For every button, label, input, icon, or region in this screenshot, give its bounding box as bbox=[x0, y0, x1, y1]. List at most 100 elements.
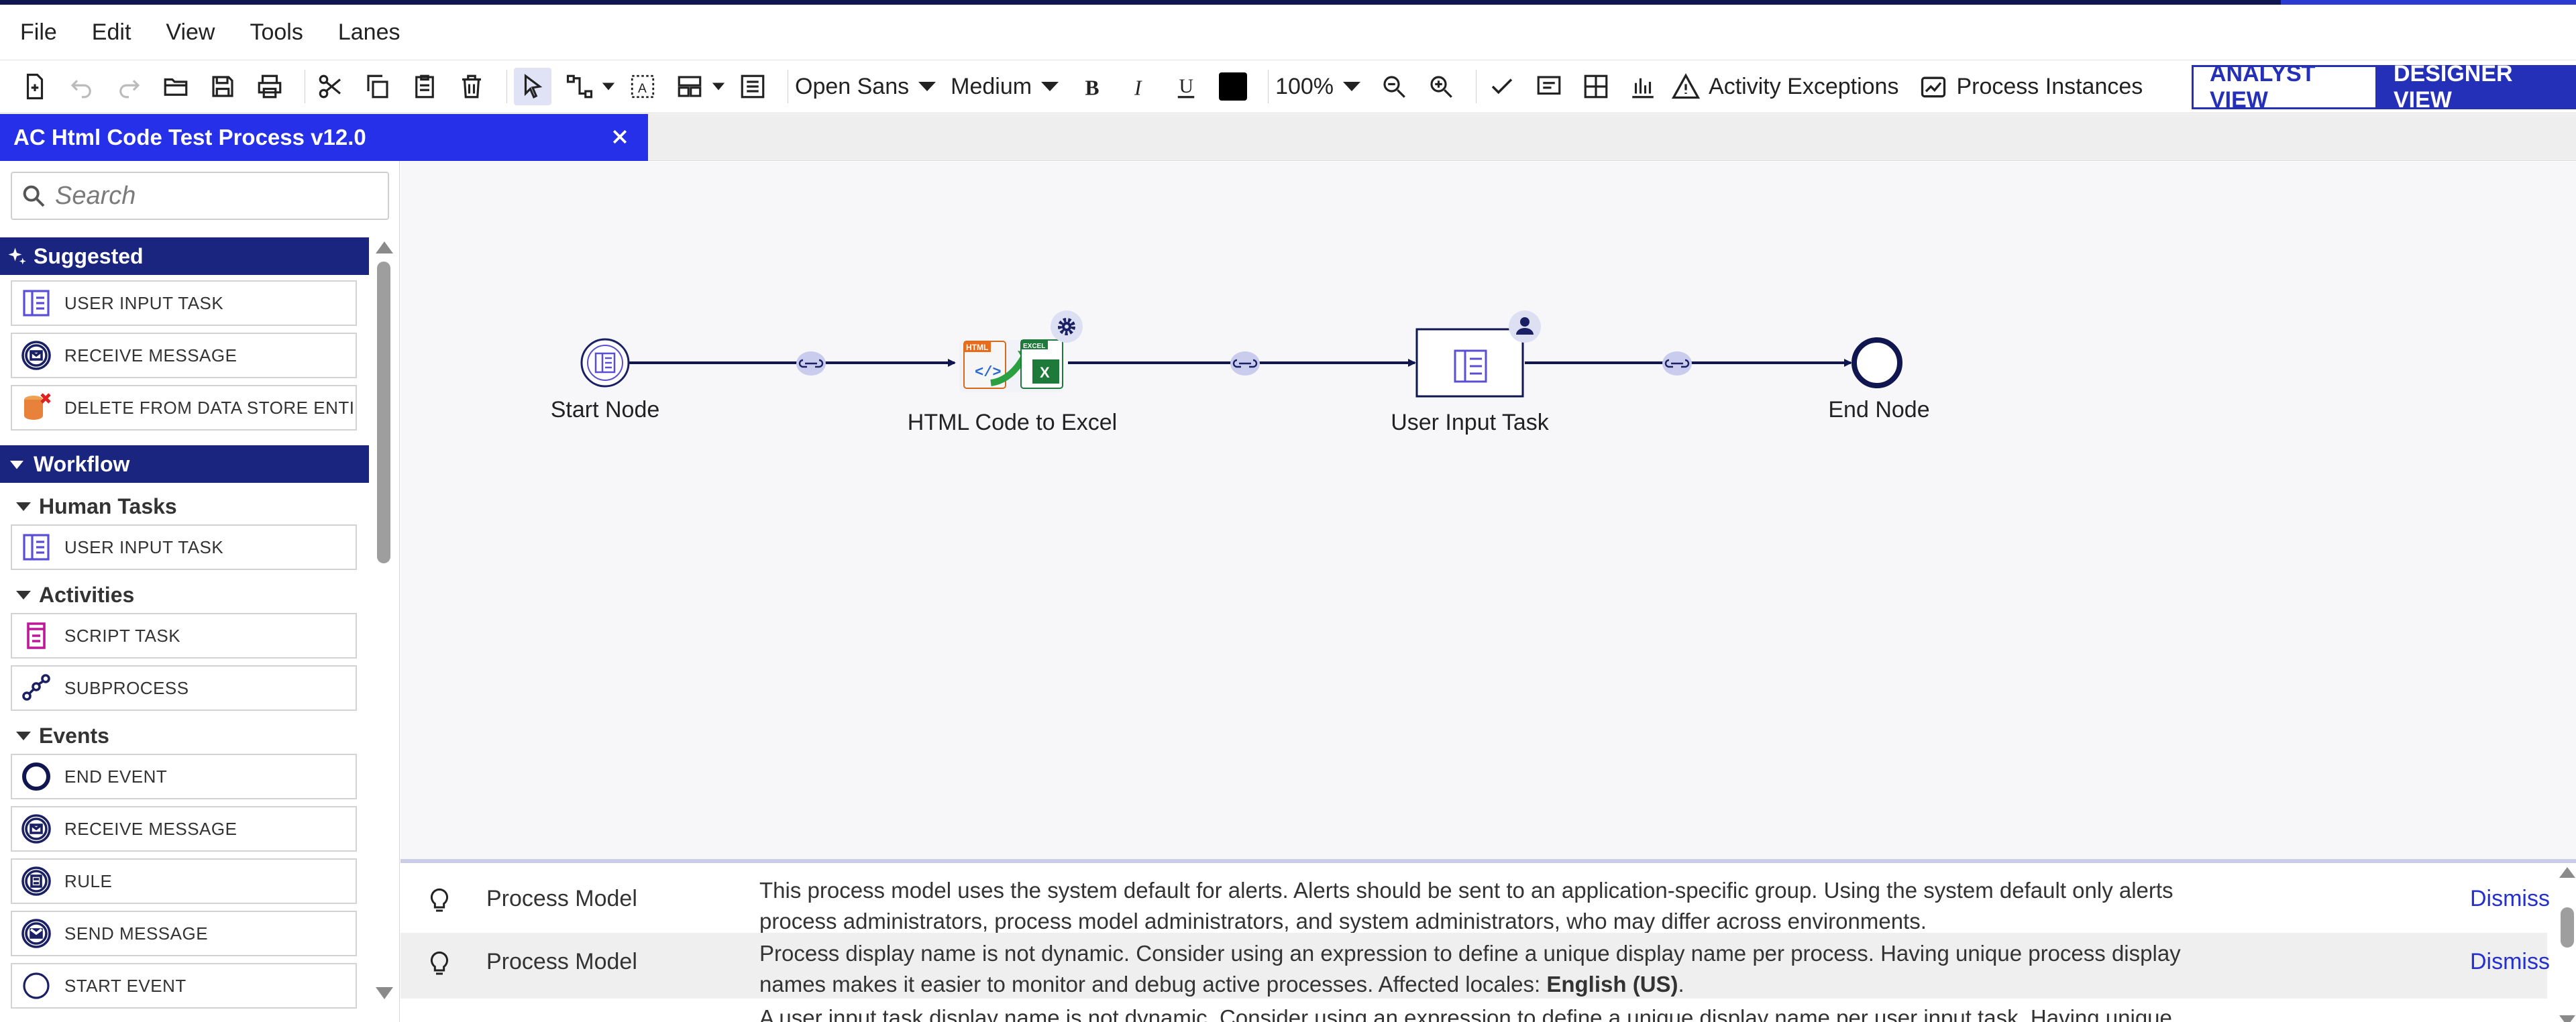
layout-dropdown-icon[interactable] bbox=[711, 68, 726, 105]
scrollbar-thumb[interactable] bbox=[2561, 907, 2574, 948]
palette-item-label: USER INPUT TASK bbox=[64, 536, 224, 557]
message-text: A user input task display name is not dy… bbox=[759, 1005, 2172, 1022]
svg-text:U: U bbox=[1179, 75, 1194, 97]
menu-tools[interactable]: Tools bbox=[250, 19, 303, 46]
delete-icon[interactable] bbox=[453, 68, 490, 105]
grid-icon[interactable] bbox=[1577, 68, 1615, 105]
palette-item-start-event[interactable]: START EVENT bbox=[11, 963, 357, 1009]
tab-process-model[interactable]: AC Html Code Test Process v12.0 bbox=[0, 114, 648, 161]
open-folder-icon[interactable] bbox=[157, 68, 195, 105]
dismiss-link[interactable]: Dismiss bbox=[2470, 886, 2550, 912]
undo-icon[interactable] bbox=[63, 68, 101, 105]
category-workflow[interactable]: Workflow bbox=[0, 445, 369, 483]
palette-scrollbar[interactable] bbox=[373, 241, 394, 999]
dismiss-link[interactable]: Dismiss bbox=[2470, 949, 2550, 975]
palette-item-label: END EVENT bbox=[64, 766, 168, 787]
user-input-task-node[interactable] bbox=[1415, 328, 1524, 398]
palette-item-end-event[interactable]: END EVENT bbox=[11, 754, 357, 799]
scroll-up-arrow-icon[interactable] bbox=[2559, 867, 2575, 878]
zoom-in-icon[interactable] bbox=[1422, 68, 1460, 105]
end-node[interactable] bbox=[1851, 337, 1902, 388]
link-icon[interactable] bbox=[1662, 351, 1692, 376]
notes-icon[interactable] bbox=[1530, 68, 1568, 105]
start-node[interactable] bbox=[580, 338, 630, 388]
process-instances-button[interactable]: Process Instances bbox=[1919, 72, 2143, 101]
node-label-end: End Node bbox=[1828, 397, 1930, 422]
palette-item-receive-message[interactable]: RECEIVE MESSAGE bbox=[11, 333, 357, 378]
text-color-icon[interactable] bbox=[1214, 68, 1252, 105]
print-icon[interactable] bbox=[251, 68, 288, 105]
palette-item-label: RULE bbox=[64, 870, 113, 891]
palette-item-receive-message[interactable]: RECEIVE MESSAGE bbox=[11, 806, 357, 852]
link-icon[interactable] bbox=[796, 351, 826, 376]
menu-edit[interactable]: Edit bbox=[92, 19, 131, 46]
underline-icon[interactable]: U bbox=[1167, 68, 1205, 105]
palette-item-user-input-task[interactable]: USER INPUT TASK bbox=[11, 524, 357, 570]
palette-item-script-task[interactable]: SCRIPT TASK bbox=[11, 613, 357, 659]
subcategory-activities[interactable]: Activities bbox=[0, 577, 369, 613]
palette-item-send-message[interactable]: SEND MESSAGE bbox=[11, 911, 357, 956]
palette-item-delete-from-data-store[interactable]: DELETE FROM DATA STORE ENTI... bbox=[11, 385, 357, 431]
message-source: Process Model bbox=[486, 949, 637, 974]
metrics-chart-icon[interactable] bbox=[1624, 68, 1662, 105]
save-icon[interactable] bbox=[204, 68, 241, 105]
link-icon[interactable] bbox=[1230, 351, 1260, 376]
subcategory-human-tasks[interactable]: Human Tasks bbox=[0, 488, 369, 524]
chevron-down-icon bbox=[1343, 82, 1361, 91]
analyst-view-button[interactable]: ANALYST VIEW bbox=[2192, 61, 2377, 113]
caret-down-icon bbox=[10, 461, 23, 469]
toolbar-separator bbox=[506, 70, 507, 103]
palette-item-user-input-task[interactable]: USER INPUT TASK bbox=[11, 280, 357, 326]
html-to-excel-node[interactable]: HTML </> EXCEL X bbox=[959, 339, 1063, 392]
designer-view-button[interactable]: DESIGNER VIEW bbox=[2377, 61, 2576, 113]
subprocess-icon bbox=[22, 674, 50, 701]
palette-item-label: USER INPUT TASK bbox=[64, 292, 224, 313]
search-input[interactable] bbox=[55, 181, 377, 211]
layout-icon[interactable] bbox=[671, 68, 708, 105]
activity-exceptions-label: Activity Exceptions bbox=[1709, 73, 1899, 99]
palette-item-rule[interactable]: RULE bbox=[11, 858, 357, 904]
connector-dropdown-icon[interactable] bbox=[601, 68, 616, 105]
scroll-down-arrow-icon[interactable] bbox=[2559, 1015, 2575, 1022]
font-family-select[interactable]: Open Sans bbox=[795, 74, 936, 100]
redo-icon[interactable] bbox=[110, 68, 148, 105]
menu-bar: File Edit View Tools Lanes bbox=[0, 5, 2576, 60]
palette-item-label: SEND MESSAGE bbox=[64, 923, 209, 944]
font-size-select[interactable]: Medium bbox=[951, 74, 1059, 100]
annotation-icon[interactable]: A bbox=[624, 68, 661, 105]
zoom-out-icon[interactable] bbox=[1375, 68, 1413, 105]
menu-file[interactable]: File bbox=[20, 19, 57, 46]
category-label: Suggested bbox=[34, 243, 144, 268]
validate-check-icon[interactable] bbox=[1483, 68, 1521, 105]
italic-icon[interactable]: I bbox=[1120, 68, 1158, 105]
properties-icon[interactable] bbox=[734, 68, 771, 105]
menu-lanes[interactable]: Lanes bbox=[338, 19, 400, 46]
copy-icon[interactable] bbox=[359, 68, 396, 105]
scroll-down-arrow-icon[interactable] bbox=[376, 987, 393, 999]
paste-icon[interactable] bbox=[406, 68, 443, 105]
user-avatar-icon bbox=[1509, 310, 1541, 343]
bold-icon[interactable]: B bbox=[1073, 68, 1111, 105]
close-icon[interactable] bbox=[606, 123, 633, 150]
palette-item-subprocess[interactable]: SUBPROCESS bbox=[11, 665, 357, 711]
select-pointer-icon[interactable] bbox=[514, 68, 551, 105]
tab-title: AC Html Code Test Process v12.0 bbox=[13, 125, 366, 150]
subcategory-events[interactable]: Events bbox=[0, 718, 369, 754]
scrollbar-thumb[interactable] bbox=[377, 262, 390, 563]
cut-icon[interactable] bbox=[312, 68, 350, 105]
start-event-icon bbox=[23, 972, 50, 999]
new-file-icon[interactable] bbox=[16, 68, 54, 105]
message-text: Process display name is not dynamic. Con… bbox=[759, 938, 2188, 1000]
process-canvas[interactable]: HTML </> EXCEL X Start Node HTML Code to… bbox=[400, 162, 2576, 859]
scroll-up-arrow-icon[interactable] bbox=[376, 241, 393, 253]
connector-icon[interactable] bbox=[561, 68, 598, 105]
messages-scrollbar[interactable] bbox=[2559, 867, 2575, 1022]
end-event-icon bbox=[22, 762, 50, 791]
menu-view[interactable]: View bbox=[166, 19, 215, 46]
message-text: This process model uses the system defau… bbox=[759, 878, 2174, 933]
script-task-icon bbox=[27, 622, 46, 649]
palette-list: Suggested USER INPUT TASK RECEIVE MESSAG… bbox=[0, 237, 369, 1015]
activity-exceptions-button[interactable]: Activity Exceptions bbox=[1671, 72, 1898, 101]
category-suggested[interactable]: Suggested bbox=[0, 237, 369, 275]
zoom-select[interactable]: 100% bbox=[1275, 74, 1361, 100]
